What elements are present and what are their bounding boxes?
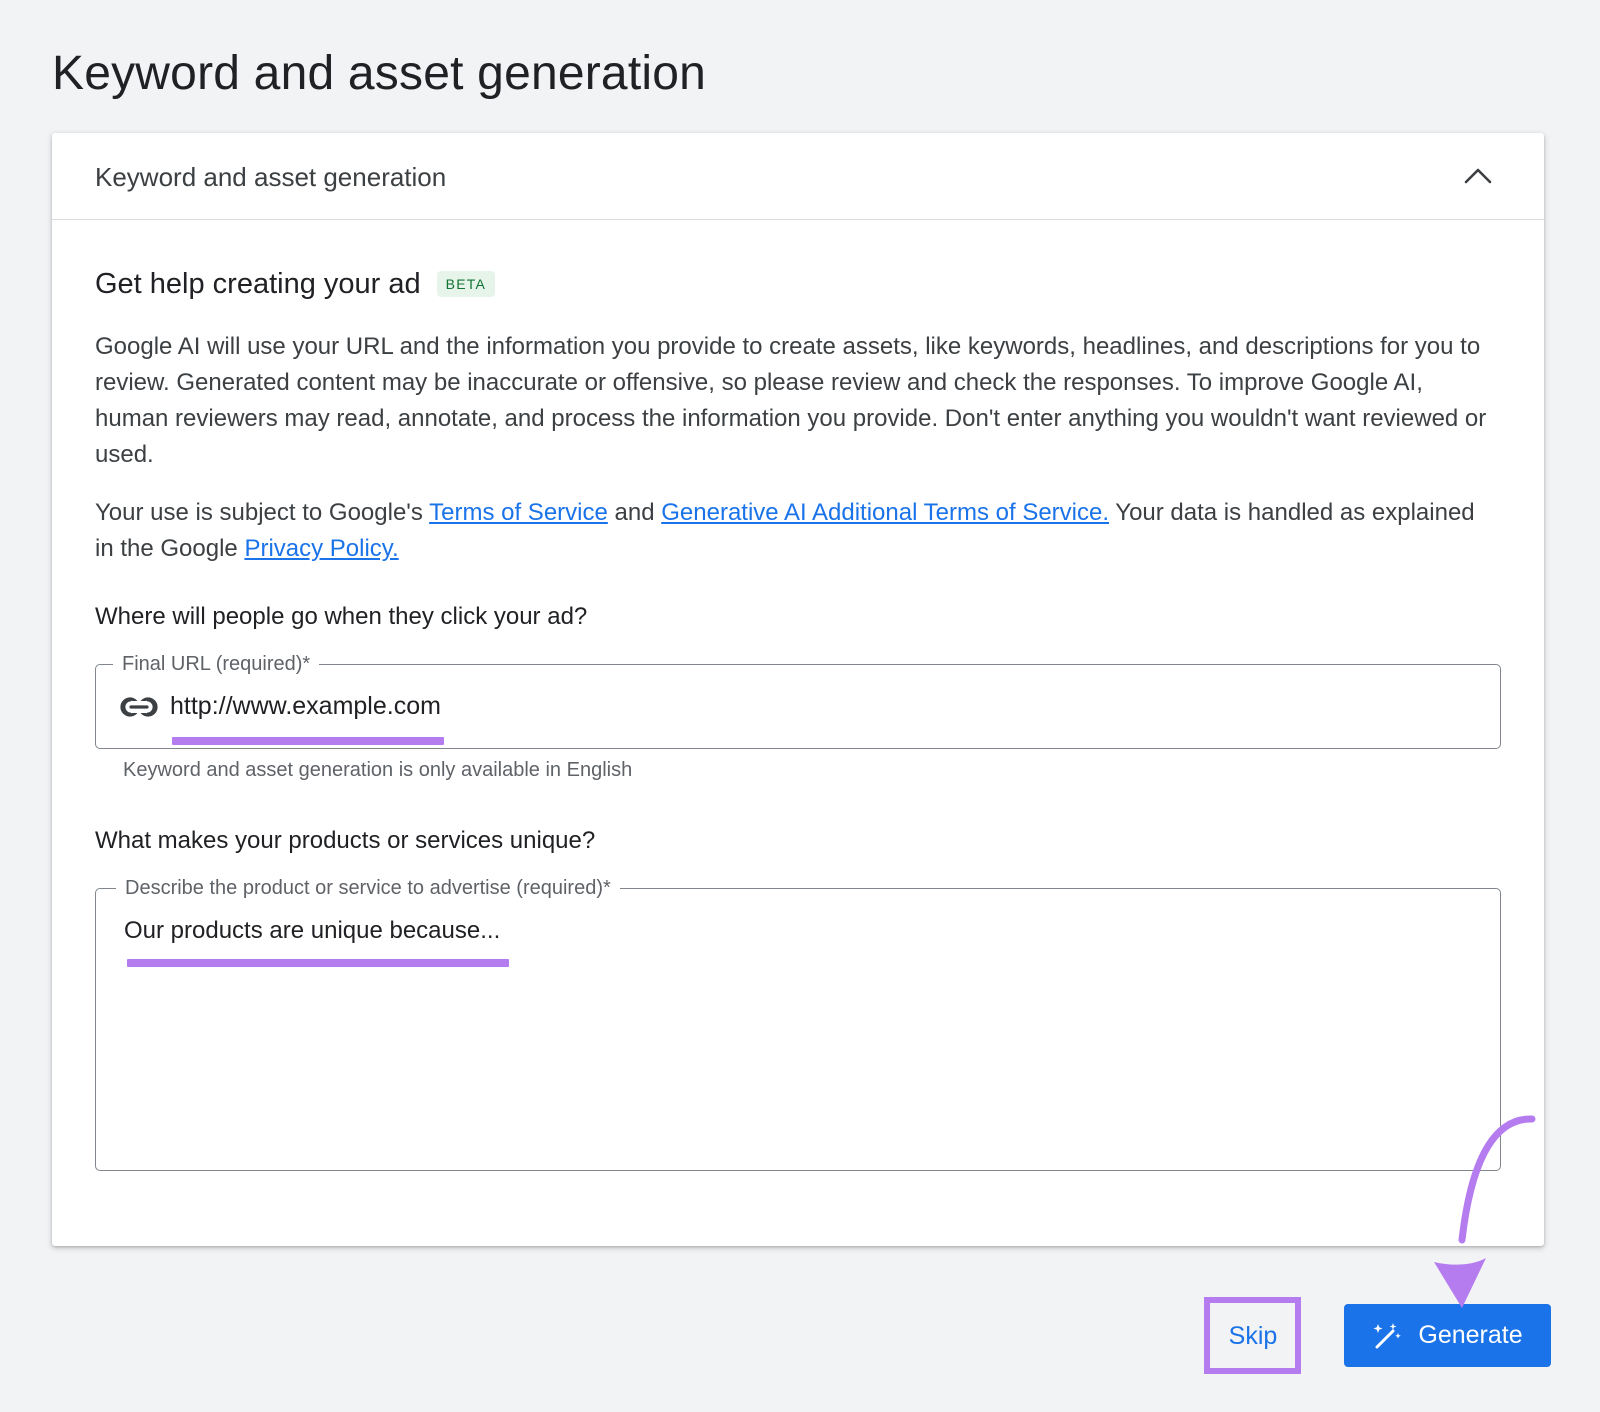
keyword-asset-card: Keyword and asset generation Get help cr… [52,133,1544,1246]
chevron-up-icon[interactable] [1462,160,1494,192]
description-label: Describe the product or service to adver… [116,875,620,901]
url-question: Where will people go when they click you… [95,603,588,630]
card-header-title: Keyword and asset generation [95,162,447,192]
final-url-input[interactable] [170,690,1170,722]
page-title: Keyword and asset generation [52,47,707,100]
beta-badge: BETA [436,271,495,297]
description-annotation-underline [127,959,509,967]
ai-disclaimer: Google AI will use your URL and the info… [95,333,1487,468]
url-annotation-underline [172,737,444,745]
terms-paragraph: Your use is subject to Google's Terms of… [95,495,1495,567]
description-field[interactable]: Describe the product or service to adver… [95,875,1501,1171]
terms-prefix: Your use is subject to Google's [95,499,430,526]
skip-button[interactable]: Skip [1220,1313,1286,1359]
terms-of-service-link[interactable]: Terms of Service [429,499,608,526]
arrow-annotation-icon [1434,1115,1536,1308]
magic-wand-icon [1373,1322,1402,1348]
final-url-field[interactable]: Final URL (required)* [95,651,1501,749]
link-icon [120,697,158,717]
privacy-policy-link[interactable]: Privacy Policy. [244,535,398,562]
final-url-label: Final URL (required)* [113,651,320,677]
generate-label: Generate [1418,1321,1523,1349]
card-header[interactable]: Keyword and asset generation [52,133,1544,220]
section-heading: Get help creating your ad BETA [95,266,495,302]
unique-question: What makes your products or services uni… [95,827,596,854]
url-helper-text: Keyword and asset generation is only ava… [123,759,633,781]
section-heading-text: Get help creating your ad [95,268,421,300]
generate-button[interactable]: Generate [1344,1304,1551,1367]
description-textarea[interactable]: Our products are unique because... [124,915,1464,1145]
terms-and: and [607,499,662,526]
genai-terms-link[interactable]: Generative AI Additional Terms of Servic… [661,499,1109,526]
